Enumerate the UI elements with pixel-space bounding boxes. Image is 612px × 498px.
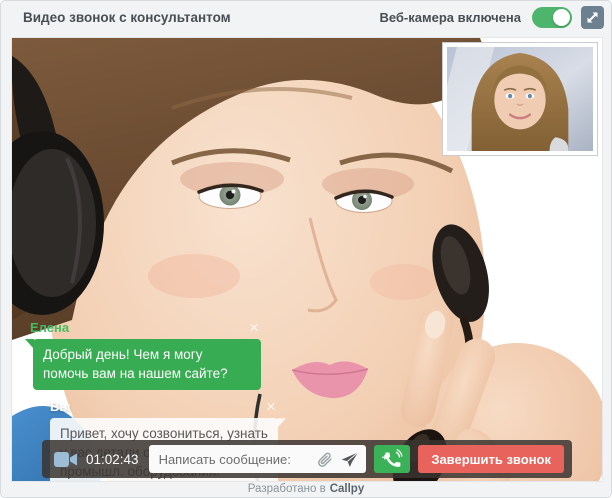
expand-icon — [585, 10, 600, 25]
send-icon[interactable] — [339, 449, 359, 469]
fullscreen-button[interactable] — [581, 6, 604, 29]
message-input-wrap — [148, 445, 367, 473]
webcam-status-label: Веб-камера включена — [379, 10, 521, 25]
author-label: Елена — [30, 320, 70, 335]
close-icon[interactable]: × — [247, 319, 261, 336]
close-icon[interactable]: × — [264, 398, 278, 415]
page-title: Видео звонок с консультантом — [23, 10, 231, 25]
widget-footer: Разработано в Callpy — [1, 480, 611, 497]
bubble-tail — [25, 339, 34, 349]
self-view — [442, 42, 598, 156]
attach-icon[interactable] — [314, 449, 334, 469]
chat-message-consultant: Елена × Добрый день! Чем я могу помочь в… — [24, 319, 286, 391]
call-control-bar: 01:02:43 Написать сообщение: Завершить з… — [42, 440, 572, 478]
message-text: Добрый день! Чем я могу помочь вам на на… — [43, 347, 228, 381]
call-timer: 01:02:43 — [86, 451, 139, 467]
webcam-toggle[interactable] — [532, 7, 572, 28]
author-label: Вы — [50, 399, 71, 415]
phone-transfer-icon — [381, 448, 403, 470]
footer-brand[interactable]: Callpy — [330, 483, 365, 495]
voice-call-button[interactable] — [374, 445, 411, 473]
video-area: Елена × Добрый день! Чем я могу помочь в… — [11, 37, 603, 482]
self-view-video — [447, 47, 593, 151]
footer-text: Разработано в — [247, 482, 326, 495]
widget-header: Видео звонок с консультантом Веб-камера … — [1, 1, 611, 34]
end-call-button[interactable]: Завершить звонок — [418, 445, 564, 473]
message-bubble: Добрый день! Чем я могу помочь вам на на… — [25, 339, 261, 391]
video-call-widget: Видео звонок с консультантом Веб-камера … — [0, 0, 612, 498]
video-camera-icon — [54, 451, 78, 468]
bubble-tail — [277, 418, 286, 429]
toggle-knob — [553, 9, 570, 26]
